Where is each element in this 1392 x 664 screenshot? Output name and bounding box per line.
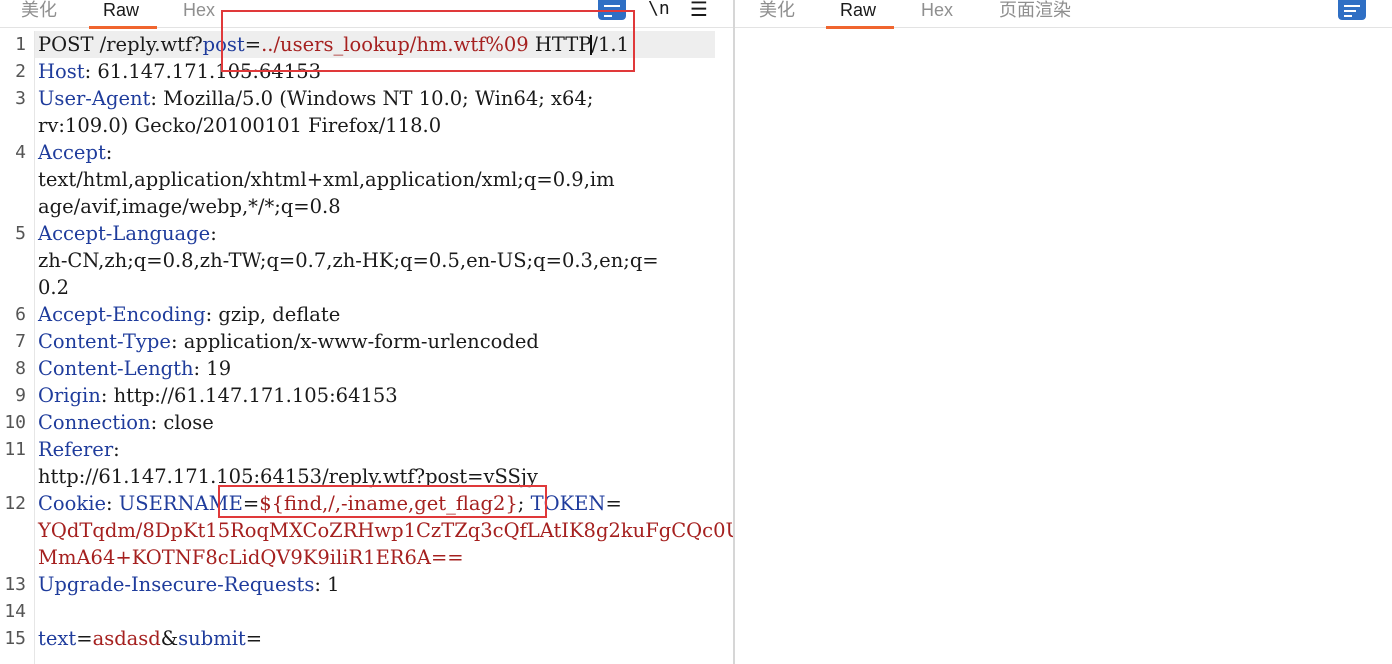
header-colon: :	[105, 141, 113, 164]
cookie-equals: =	[242, 492, 260, 515]
line-number: 1	[15, 34, 26, 55]
tab-raw[interactable]: Raw	[88, 0, 158, 29]
response-editor[interactable]	[735, 29, 1392, 664]
header-connection: Connection: close	[38, 409, 214, 436]
header-cookie: Cookie: USERNAME=${find,/,-iname,get_fla…	[38, 490, 622, 517]
response-tabbar: 美化 Raw Hex 页面渲染	[735, 0, 1392, 29]
header-accept-encoding: Accept-Encoding: gzip, deflate	[38, 301, 340, 328]
header-name: User-Agent	[38, 87, 151, 110]
header-upgrade-insecure-requests: Upgrade-Insecure-Requests: 1	[38, 571, 340, 598]
request-body: text=asdasd&submit=	[38, 625, 262, 652]
header-name: Connection	[38, 411, 151, 434]
header-name: Host	[38, 60, 85, 83]
header-name: Content-Length	[38, 357, 194, 380]
header-value: : http://61.147.171.105:64153	[100, 384, 398, 407]
header-accept-language: Accept-Language:	[38, 220, 217, 247]
header-name: Accept	[38, 141, 106, 164]
line-number: 11	[4, 439, 26, 460]
header-value: : 61.147.171.105:64153	[84, 60, 322, 83]
request-method-path: POST /reply.wtf?	[38, 33, 203, 56]
cookie-name: USERNAME	[118, 492, 243, 515]
param-value: ../users_lookup/hm.wtf%09	[261, 33, 529, 56]
line-number: 9	[15, 385, 26, 406]
cookie-token-value-cont: MmA64+KOTNF8cLidQV9K9iliR1ER6A==	[38, 546, 464, 569]
tab-hex[interactable]: Hex	[183, 0, 215, 28]
header-value: : Mozilla/5.0 (Windows NT 10.0; Win64; x…	[150, 87, 594, 110]
header-value: : gzip, deflate	[205, 303, 341, 326]
cookie-value: ${find,/,-iname,get_flag2}	[259, 492, 518, 515]
line-number: 13	[4, 574, 26, 595]
line-number: 2	[15, 61, 26, 82]
param-equals: =	[244, 33, 262, 56]
body-equals: =	[76, 627, 93, 650]
header-value: : 19	[193, 357, 232, 380]
cookie-equals: =	[605, 492, 622, 515]
text-caret	[590, 35, 592, 55]
header-value: : close	[150, 411, 214, 434]
header-name: Origin	[38, 384, 101, 407]
header-value: : 1	[314, 573, 340, 596]
header-origin: Origin: http://61.147.171.105:64153	[38, 382, 398, 409]
http-version: HTTP/1.1	[528, 33, 629, 56]
header-accept-value: text/html,application/xhtml+xml,applicat…	[38, 168, 615, 191]
wrap-lines-icon[interactable]	[598, 0, 626, 20]
header-accept-language-value: zh-CN,zh;q=0.8,zh-TW;q=0.7,zh-HK;q=0.5,e…	[38, 249, 659, 272]
header-user-agent: User-Agent: Mozilla/5.0 (Windows NT 10.0…	[38, 85, 593, 112]
header-content-length: Content-Length: 19	[38, 355, 231, 382]
line-number: 15	[4, 628, 26, 649]
header-name: Content-Type	[38, 330, 171, 353]
header-name: Upgrade-Insecure-Requests	[38, 573, 315, 596]
header-name: Referer	[38, 438, 114, 461]
request-tabbar: 美化 Raw Hex \n ☰	[0, 0, 733, 29]
header-name: Cookie	[38, 492, 106, 515]
body-ampersand: &	[160, 627, 179, 650]
cookie-name: TOKEN	[530, 492, 606, 515]
show-newlines-icon[interactable]: \n	[648, 0, 670, 18]
tab-pretty[interactable]: 美化	[21, 0, 57, 28]
tab-hex[interactable]: Hex	[921, 0, 953, 28]
tab-pretty[interactable]: 美化	[759, 0, 795, 28]
header-name: Accept-Language	[38, 222, 211, 245]
line-number: 8	[15, 358, 26, 379]
gutter-separator	[34, 31, 35, 664]
header-content-type: Content-Type: application/x-www-form-url…	[38, 328, 539, 355]
header-host: Host: 61.147.171.105:64153	[38, 58, 321, 85]
body-param-name: text	[38, 627, 77, 650]
body-equals: =	[245, 627, 263, 650]
request-line: POST /reply.wtf?post=../users_lookup/hm.…	[38, 31, 629, 58]
header-colon: :	[210, 222, 217, 245]
cookie-token-value: YQdTqdm/8DpKt15RoqMXCoZRHwp1CzTZq3cQfLAt…	[38, 519, 767, 542]
header-referer-value: http://61.147.171.105:64153/reply.wtf?po…	[38, 465, 538, 488]
line-number: 4	[15, 142, 26, 163]
tab-render[interactable]: 页面渲染	[999, 0, 1071, 28]
header-user-agent-cont: rv:109.0) Gecko/20100101 Firefox/118.0	[38, 114, 442, 137]
line-number: 5	[15, 223, 26, 244]
header-colon: :	[106, 492, 119, 515]
body-param-value: asdasd	[92, 627, 161, 650]
header-value: : application/x-www-form-urlencoded	[170, 330, 539, 353]
tab-raw[interactable]: Raw	[825, 0, 895, 29]
line-number: 10	[4, 412, 26, 433]
header-accept-language-value-cont: 0.2	[38, 276, 70, 299]
header-accept: Accept:	[38, 139, 112, 166]
line-number: 7	[15, 331, 26, 352]
header-name: Accept-Encoding	[38, 303, 206, 326]
line-number: 6	[15, 304, 26, 325]
line-number: 14	[4, 601, 26, 622]
request-pane: 美化 Raw Hex \n ☰ 1 2 3 4 5 6 7 8 9 10 11 …	[0, 0, 766, 664]
wrap-lines-icon[interactable]	[1338, 0, 1366, 20]
body-param-name: submit	[178, 627, 246, 650]
header-colon: :	[113, 438, 120, 461]
menu-icon[interactable]: ☰	[690, 0, 708, 19]
header-accept-value-cont: age/avif,image/webp,*/*;q=0.8	[38, 195, 341, 218]
cookie-separator: ;	[517, 492, 531, 515]
line-number: 3	[15, 88, 26, 109]
response-pane: 美化 Raw Hex 页面渲染	[735, 0, 1392, 664]
request-editor[interactable]: 1 2 3 4 5 6 7 8 9 10 11 12 13 14 15 POST…	[0, 31, 766, 664]
param-name: post	[202, 33, 245, 56]
line-number: 12	[4, 493, 26, 514]
header-referer: Referer:	[38, 436, 120, 463]
